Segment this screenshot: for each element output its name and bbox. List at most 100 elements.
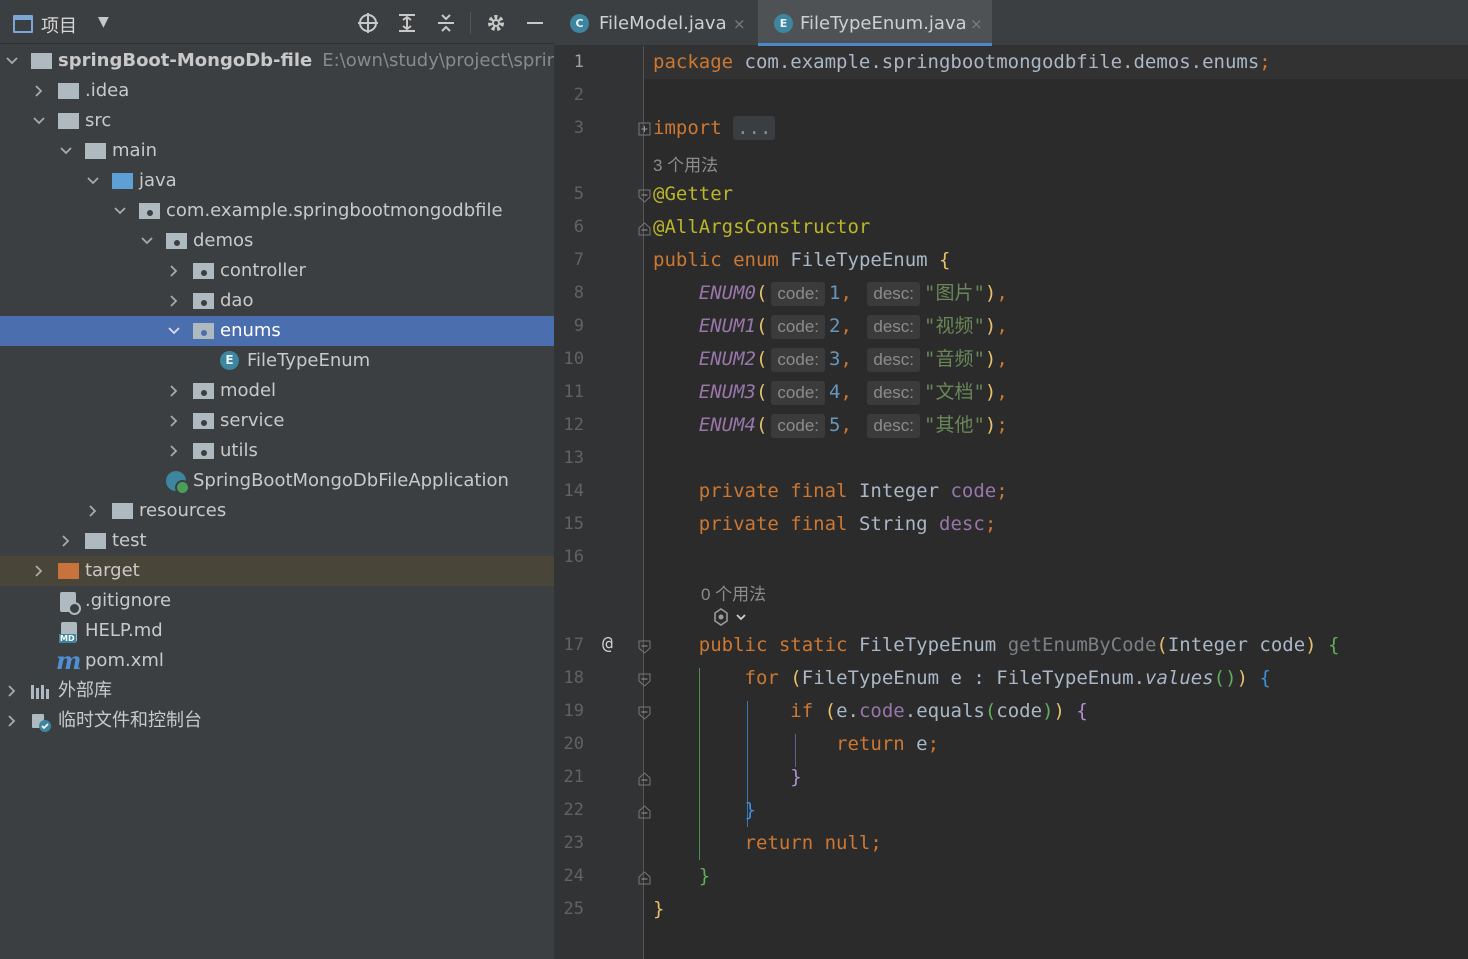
chevron-down-icon[interactable]	[139, 226, 155, 256]
tree-item-scratches[interactable]: 临时文件和控制台	[0, 706, 554, 736]
keyword: public	[653, 249, 722, 271]
tree-item-idea[interactable]: .idea	[0, 76, 554, 106]
fold-end-icon[interactable]	[638, 222, 651, 236]
close-icon[interactable]: ×	[970, 0, 983, 48]
code-line-23[interactable]: return null;	[653, 827, 882, 860]
expand-all-icon[interactable]	[395, 11, 419, 35]
code-line-11[interactable]: ENUM3(code: 4, desc: "文档"),	[653, 376, 1008, 409]
fold-end-icon[interactable]	[638, 772, 651, 786]
line-number: 6	[573, 217, 584, 237]
chevron-right-icon[interactable]	[166, 406, 182, 436]
ai-assistant-icon[interactable]	[711, 607, 749, 631]
usages-hint[interactable]: 3 个用法	[653, 151, 718, 176]
tree-item-project-root[interactable]: springBoot-MongoDb-file E:\own\study\proj…	[0, 46, 554, 76]
tree-item-label: service	[220, 410, 285, 431]
code-line-22[interactable]: }	[653, 794, 756, 827]
chevron-right-icon[interactable]	[31, 76, 47, 106]
code-line-21[interactable]: }	[653, 761, 801, 794]
chevron-right-icon[interactable]	[85, 496, 101, 526]
code-line-18[interactable]: for (FileTypeEnum e : FileTypeEnum.value…	[653, 662, 1271, 695]
tree-item-service[interactable]: service	[0, 406, 554, 436]
chevron-down-icon[interactable]	[85, 166, 101, 196]
string: "音频"	[924, 348, 985, 370]
chevron-right-icon[interactable]	[4, 706, 20, 736]
param-name: code	[1259, 634, 1306, 656]
chevron-down-icon[interactable]	[31, 106, 47, 136]
code-line-10[interactable]: ENUM2(code: 3, desc: "音频"),	[653, 343, 1008, 376]
fold-collapse-icon[interactable]	[638, 189, 651, 203]
code-line-24[interactable]: }	[653, 860, 710, 893]
tree-item-java[interactable]: java	[0, 166, 554, 196]
gear-icon[interactable]	[484, 11, 508, 35]
code-line-8[interactable]: ENUM0(code: 1, desc: "图片"),	[653, 277, 1008, 310]
code-line-1[interactable]: package com.example.springbootmongodbfil…	[653, 46, 1271, 79]
code-line-6[interactable]: @AllArgsConstructor	[653, 211, 870, 244]
code-line-17[interactable]: public static FileTypeEnum getEnumByCode…	[653, 629, 1340, 662]
view-dropdown-chevron-icon[interactable]: ▼	[98, 14, 109, 30]
tree-item-help-md[interactable]: HELP.md	[0, 616, 554, 646]
annotation: @AllArgsConstructor	[653, 216, 871, 238]
chevron-down-icon[interactable]	[166, 316, 182, 346]
locate-icon[interactable]	[356, 11, 380, 35]
colon: :	[973, 667, 985, 689]
tree-item-label: SpringBootMongoDbFileApplication	[193, 470, 509, 491]
chevron-right-icon[interactable]	[166, 436, 182, 466]
code-line-9[interactable]: ENUM1(code: 2, desc: "视频"),	[653, 310, 1008, 343]
chevron-right-icon[interactable]	[31, 556, 47, 586]
tree-item-controller[interactable]: controller	[0, 256, 554, 286]
fold-collapse-icon[interactable]	[638, 706, 651, 720]
code-line-15[interactable]: private final String desc;	[653, 508, 997, 541]
tree-item-target[interactable]: target	[0, 556, 554, 586]
chevron-right-icon[interactable]	[166, 286, 182, 316]
tree-item-external-libraries[interactable]: 外部库	[0, 676, 554, 706]
tab-file-type-enum[interactable]: E FileTypeEnum.java ×	[758, 0, 992, 46]
tree-item-resources[interactable]: resources	[0, 496, 554, 526]
chevron-down-icon[interactable]	[58, 136, 74, 166]
tree-item-label: .gitignore	[85, 590, 172, 611]
code-line-12[interactable]: ENUM4(code: 5, desc: "其他");	[653, 409, 1008, 442]
folded-imports[interactable]: ...	[733, 116, 776, 140]
code-line-20[interactable]: return e;	[653, 728, 939, 761]
code-line-3[interactable]: import ...	[653, 112, 776, 145]
tree-item-utils[interactable]: utils	[0, 436, 554, 466]
tree-item-main[interactable]: main	[0, 136, 554, 166]
tree-item-gitignore[interactable]: .gitignore	[0, 586, 554, 616]
tree-item-application[interactable]: SpringBootMongoDbFileApplication	[0, 466, 554, 496]
chevron-down-icon[interactable]	[4, 46, 20, 76]
fold-expand-icon[interactable]	[638, 122, 651, 136]
close-icon[interactable]: ×	[733, 0, 746, 48]
chevron-right-icon[interactable]	[166, 376, 182, 406]
chevron-right-icon[interactable]	[4, 676, 20, 706]
code-line-19[interactable]: if (e.code.equals(code)) {	[653, 695, 1088, 728]
code-line-7[interactable]: public enum FileTypeEnum {	[653, 244, 951, 277]
tree-item-label: .idea	[85, 80, 130, 101]
chevron-right-icon[interactable]	[166, 256, 182, 286]
tree-item-test[interactable]: test	[0, 526, 554, 556]
fold-end-icon[interactable]	[638, 805, 651, 819]
tree-item-pom[interactable]: m pom.xml	[0, 646, 554, 676]
chevron-right-icon[interactable]	[58, 526, 74, 556]
tree-item-label: enums	[220, 320, 281, 341]
chevron-down-icon[interactable]	[112, 196, 128, 226]
tree-item-src[interactable]: src	[0, 106, 554, 136]
tree-item-model[interactable]: model	[0, 376, 554, 406]
tab-file-model[interactable]: C FileModel.java ×	[554, 0, 757, 46]
usages-hint[interactable]: 0 个用法	[701, 580, 766, 605]
fold-end-icon[interactable]	[638, 871, 651, 885]
tree-item-dao[interactable]: dao	[0, 286, 554, 316]
tree-item-package[interactable]: com.example.springbootmongodbfile	[0, 196, 554, 226]
fold-collapse-icon[interactable]	[638, 640, 651, 654]
tree-item-file-type-enum[interactable]: E FileTypeEnum	[0, 346, 554, 376]
overrides-marker-icon[interactable]: @	[602, 633, 613, 654]
library-icon	[31, 685, 53, 699]
fold-collapse-icon[interactable]	[638, 673, 651, 687]
code-line-5[interactable]: @Getter	[653, 178, 733, 211]
code-line-25[interactable]: }	[653, 893, 664, 926]
tree-item-enums[interactable]: enums	[0, 316, 554, 346]
tree-item-demos[interactable]: demos	[0, 226, 554, 256]
variable: e	[836, 700, 848, 722]
hide-icon[interactable]	[523, 11, 547, 35]
collapse-all-icon[interactable]	[434, 11, 458, 35]
brace: {	[1328, 634, 1340, 656]
code-line-14[interactable]: private final Integer code;	[653, 475, 1008, 508]
